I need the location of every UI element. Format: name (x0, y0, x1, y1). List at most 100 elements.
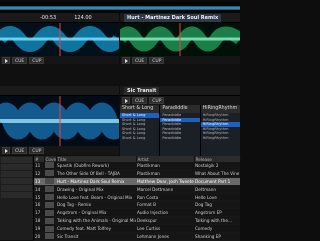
deck-b: Hurt - Martinez Dark Soul Remix CUE CUP (120, 13, 240, 65)
track-number: 17 (34, 208, 44, 218)
track-release: Hello Love (194, 193, 240, 202)
track-number: 12 (34, 169, 44, 178)
deck-a-time: -00:53 (40, 14, 57, 21)
track-release: Dog Tag (194, 200, 240, 210)
track-number: 11 (34, 162, 44, 170)
deck-b-title: Hurt - Martinez Dark Soul Remix (124, 13, 222, 22)
deck-c-header (0, 86, 119, 96)
deck-b-play-button[interactable] (122, 57, 130, 64)
track-table: # Cover Art Title Artist Release 11Spast… (34, 156, 241, 241)
track-release: Document Part 1 (194, 177, 240, 186)
cover-art (44, 200, 56, 210)
overview-strip (0, 0, 240, 15)
sample-slot-3[interactable]: HiRingRhythm HiRingRhythm HiRingRhythm H… (200, 105, 240, 157)
deck-a-play-button[interactable] (2, 57, 10, 64)
slot-1-row[interactable]: Short & Long (120, 136, 159, 141)
sample-slot-1[interactable]: Short & Long Short & Long Short & Long S… (120, 105, 161, 157)
table-row[interactable]: 19 Comedy feat. Matt Tolfrey Lee Curtiss Co… (34, 224, 240, 234)
deck-c-transport: CUE CUP (0, 146, 119, 155)
table-row[interactable]: 20 Sic Transit Lehmann Jones Shanking EP (34, 232, 240, 241)
track-release: Dettmann (194, 185, 240, 194)
track-title: Sic Transit (56, 232, 136, 241)
table-row[interactable]: 15 Hello Love feat. Beam - Original Mix Ro… (34, 193, 240, 202)
table-row[interactable]: 16 Dog Tag - Remix Format B Dog Tag (34, 200, 240, 210)
deck-a-header: -00:53 124.00 (0, 13, 119, 23)
slot-3-row[interactable]: HiRingRhythm (201, 136, 240, 141)
track-artist: Matthew Dear, Josh Tweeter (136, 177, 194, 186)
cover-art-thumb (45, 201, 54, 208)
deck-c-cup-button[interactable]: CUP (29, 147, 45, 154)
table-row[interactable]: 14 Drawing - Original Mix Marcel Dettmann D… (34, 185, 240, 194)
track-number: 20 (34, 232, 44, 241)
deck-c-waveform[interactable] (0, 96, 119, 146)
slot-2-name: Paradiddle (160, 105, 200, 113)
tree-item[interactable] (1, 185, 32, 191)
deck-b-header: Hurt - Martinez Dark Soul Remix (120, 13, 240, 23)
deck-a-cue-button[interactable]: CUE (12, 57, 28, 64)
deck-b-cup-button[interactable]: CUP (149, 57, 165, 64)
track-number: 14 (34, 185, 44, 194)
deck-c-cue-button[interactable]: CUE (12, 147, 28, 154)
track-title: Spastik (Dubfire Rework) (56, 162, 136, 170)
track-artist: Deekspur (136, 216, 194, 226)
cover-art-thumb (45, 170, 54, 177)
track-title: Hello Love feat. Beam - Original Mix (56, 193, 136, 202)
tree-item[interactable] (1, 171, 32, 177)
track-release: Nostalgik 2 (194, 162, 240, 170)
sample-slot-2[interactable]: Paradiddle Paradiddle Paradiddle Paradid… (160, 105, 201, 157)
table-row[interactable]: 18 Talking with the Animals - Original Mi… (34, 216, 240, 226)
cover-art (44, 177, 56, 186)
track-number: 18 (34, 216, 44, 226)
track-title: The Other Side Of Bell - TAJBA (56, 169, 136, 178)
track-artist: Format B (136, 200, 194, 210)
table-row[interactable]: 12 The Other Side Of Bell - TAJBA Plastikm… (34, 169, 240, 178)
track-number: 19 (34, 224, 44, 234)
deck-b-cue-button[interactable]: CUE (132, 57, 148, 64)
slot-3-name: HiRingRhythm (200, 105, 240, 113)
track-artist: Plastikman (136, 162, 194, 170)
tree-item[interactable] (1, 164, 32, 170)
deck-a-waveform[interactable] (0, 23, 119, 56)
track-artist: Lee Curtiss (136, 224, 194, 234)
cover-art (44, 169, 56, 178)
deck-b-waveform[interactable] (120, 23, 240, 56)
track-release: Angstrom EP (194, 208, 240, 218)
track-release: Comedy (194, 224, 240, 234)
table-row[interactable]: 13 Hurt - Martinez Dark Soul Remix Matthew… (34, 177, 240, 186)
tree-item[interactable] (1, 178, 32, 184)
track-title: Dog Tag - Remix (56, 200, 136, 210)
deck-d-transport: CUE CUP (120, 96, 240, 105)
column-header[interactable]: Cover Art (44, 156, 57, 162)
tree-item[interactable] (1, 157, 32, 163)
track-artist: Ron Costa (136, 193, 194, 202)
deck-d-header: Sic Transit (120, 86, 240, 96)
cover-art-thumb (45, 194, 54, 200)
mixer-gap (0, 64, 240, 86)
deck-d-cup-button[interactable]: CUP (149, 97, 165, 104)
cover-art (44, 185, 56, 194)
deck-c: CUE CUP (0, 86, 119, 156)
cover-art (44, 208, 56, 218)
tree-item[interactable] (1, 192, 32, 198)
slot-2-row[interactable]: Paradiddle (160, 136, 199, 141)
deck-c-play-button[interactable] (2, 147, 10, 154)
browser-tree (0, 156, 34, 240)
deck-a-bpm: 124.00 (74, 14, 92, 21)
deck-a: -00:53 124.00 CUE CUP (0, 13, 119, 65)
table-row[interactable]: 17 Angstrom - Original Mix Audio Injection… (34, 208, 240, 218)
cover-art-thumb (45, 178, 54, 185)
track-number: 13 (34, 177, 44, 186)
cover-art-thumb (45, 186, 54, 193)
track-number: 15 (34, 193, 44, 202)
track-artist: Audio Injection (136, 208, 194, 218)
deck-d-cue-button[interactable]: CUE (132, 97, 148, 104)
deck-d-title: Sic Transit (124, 86, 160, 95)
track-artist: Plastikman (136, 169, 194, 178)
deck-d-play-button[interactable] (122, 97, 130, 104)
table-row[interactable]: 11 Spastik (Dubfire Rework) Plastikman Nost… (34, 162, 240, 170)
cover-art (44, 232, 56, 241)
cover-art (44, 162, 56, 170)
deck-a-cup-button[interactable]: CUP (29, 57, 45, 64)
track-artist: Marcel Dettmann (136, 185, 194, 194)
track-title: Comedy feat. Matt Tolfrey (56, 224, 136, 234)
